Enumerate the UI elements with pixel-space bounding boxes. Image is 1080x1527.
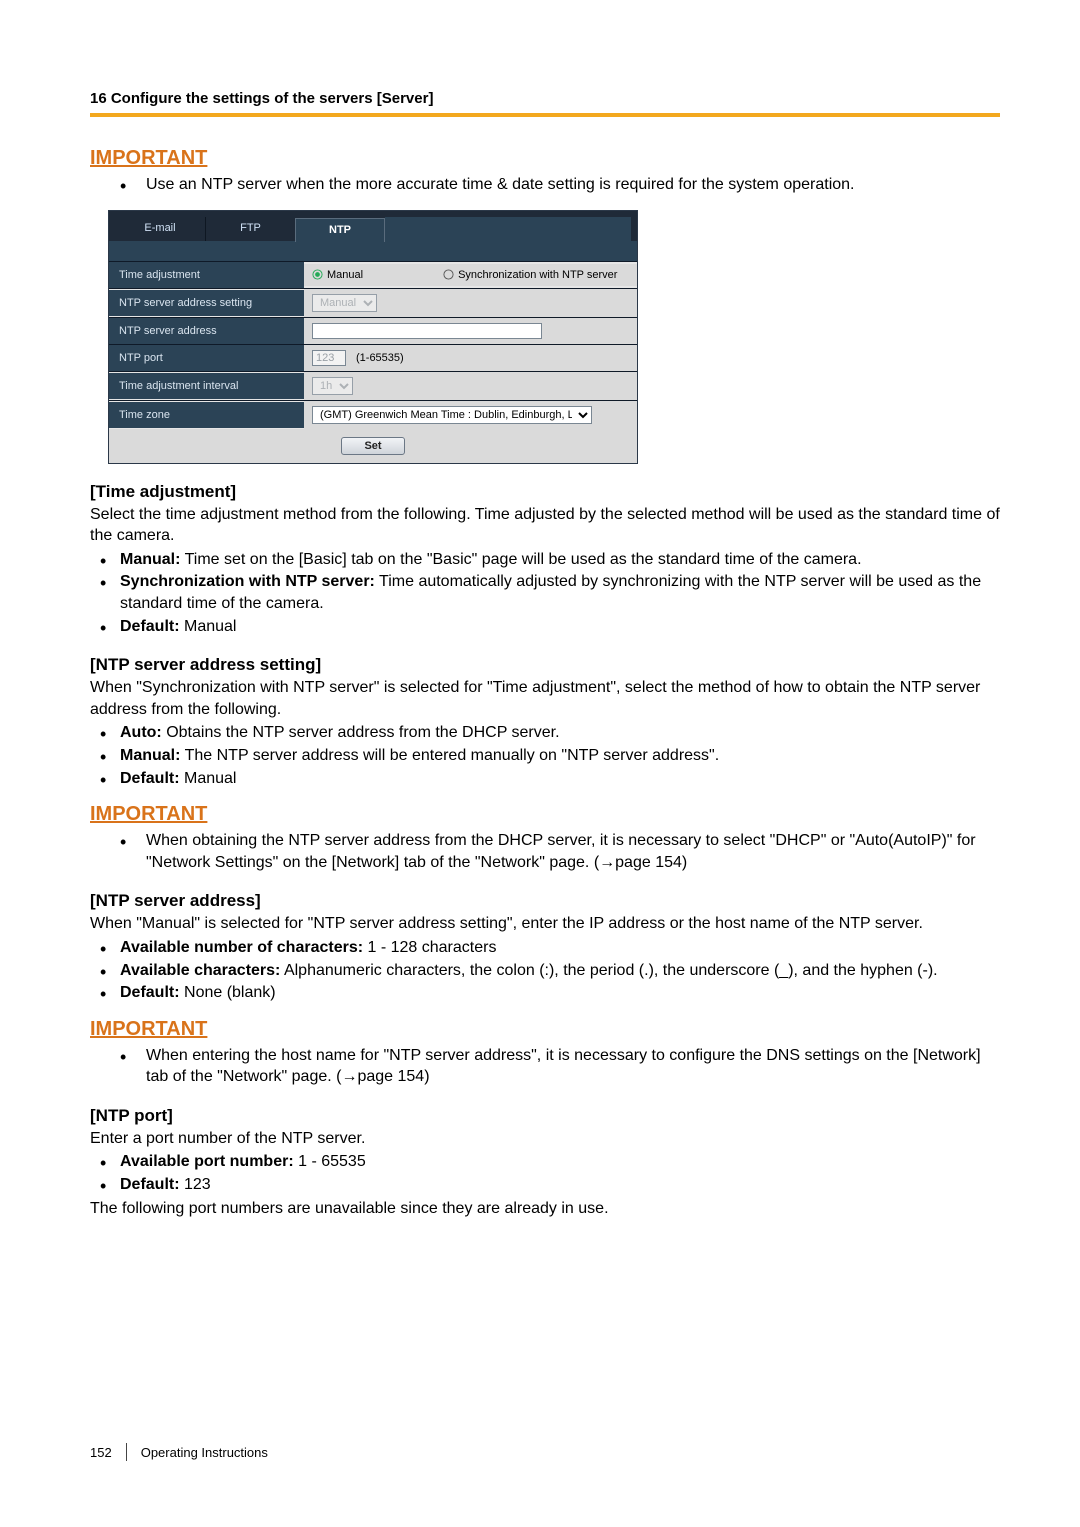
label-time-adjustment: Time adjustment	[109, 262, 304, 288]
list-item: Default: Manual	[120, 616, 1000, 638]
label-time-interval: Time adjustment interval	[109, 373, 304, 399]
paragraph: The following port numbers are unavailab…	[90, 1198, 1000, 1220]
paragraph: Select the time adjustment method from t…	[90, 504, 1000, 547]
radio-selected-icon	[312, 269, 323, 280]
ntp-port-range: (1-65535)	[356, 352, 404, 364]
tab-ftp[interactable]: FTP	[205, 217, 295, 241]
radio-manual-label: Manual	[327, 269, 363, 281]
important-note-item: Use an NTP server when the more accurate…	[146, 174, 1000, 196]
label-ntp-addr-setting: NTP server address setting	[109, 290, 304, 316]
list-item: Synchronization with NTP server: Time au…	[120, 571, 1000, 614]
select-time-interval[interactable]: 1h	[312, 377, 353, 395]
radio-sync-label: Synchronization with NTP server	[458, 269, 617, 281]
chapter-rule	[90, 113, 1000, 117]
radio-sync-ntp[interactable]: Synchronization with NTP server	[443, 269, 617, 281]
footer-divider	[126, 1443, 127, 1461]
heading-time-adjustment: [Time adjustment]	[90, 482, 1000, 502]
tab-bar: E-mail FTP NTP	[109, 211, 637, 241]
list-item: Available port number: 1 - 65535	[120, 1151, 1000, 1173]
important-heading: IMPORTANT	[90, 147, 1000, 170]
select-ntp-addr-setting[interactable]: Manual	[312, 294, 377, 312]
chapter-title: 16 Configure the settings of the servers…	[90, 90, 1000, 113]
label-ntp-port: NTP port	[109, 345, 304, 371]
list-item: Default: None (blank)	[120, 982, 1000, 1004]
important-note-item: When entering the host name for "NTP ser…	[146, 1045, 1000, 1088]
list-item: Default: Manual	[120, 768, 1000, 790]
tab-ntp[interactable]: NTP	[295, 218, 385, 242]
tab-email[interactable]: E-mail	[115, 217, 205, 241]
paragraph: Enter a port number of the NTP server.	[90, 1128, 1000, 1150]
list-item: Manual: Time set on the [Basic] tab on t…	[120, 549, 1000, 571]
list-item: Default: 123	[120, 1174, 1000, 1196]
important-note-item: When obtaining the NTP server address fr…	[146, 830, 1000, 873]
label-time-zone: Time zone	[109, 402, 304, 428]
input-ntp-address[interactable]	[312, 323, 542, 339]
paragraph: When "Synchronization with NTP server" i…	[90, 677, 1000, 720]
page-number: 152	[90, 1445, 112, 1460]
tab-spacer	[385, 217, 631, 241]
important-heading: IMPORTANT	[90, 803, 1000, 826]
important-heading: IMPORTANT	[90, 1018, 1000, 1041]
footer-label: Operating Instructions	[141, 1445, 268, 1460]
radio-unselected-icon	[443, 269, 454, 280]
heading-ntp-port: [NTP port]	[90, 1106, 1000, 1126]
heading-ntp-address: [NTP server address]	[90, 891, 1000, 911]
ntp-settings-panel: E-mail FTP NTP Time adjustment Manual Sy…	[108, 210, 638, 464]
select-time-zone[interactable]: (GMT) Greenwich Mean Time : Dublin, Edin…	[312, 406, 592, 424]
heading-ntp-addr-setting: [NTP server address setting]	[90, 655, 1000, 675]
paragraph: When "Manual" is selected for "NTP serve…	[90, 913, 1000, 935]
list-item: Available characters: Alphanumeric chara…	[120, 960, 1000, 982]
input-ntp-port[interactable]	[312, 350, 346, 366]
radio-manual[interactable]: Manual	[312, 269, 363, 281]
set-button[interactable]: Set	[341, 437, 404, 455]
list-item: Available number of characters: 1 - 128 …	[120, 937, 1000, 959]
page-footer: 152 Operating Instructions	[90, 1443, 268, 1461]
label-ntp-address: NTP server address	[109, 318, 304, 344]
tab-under-strip	[109, 241, 637, 261]
list-item: Auto: Obtains the NTP server address fro…	[120, 722, 1000, 744]
list-item: Manual: The NTP server address will be e…	[120, 745, 1000, 767]
